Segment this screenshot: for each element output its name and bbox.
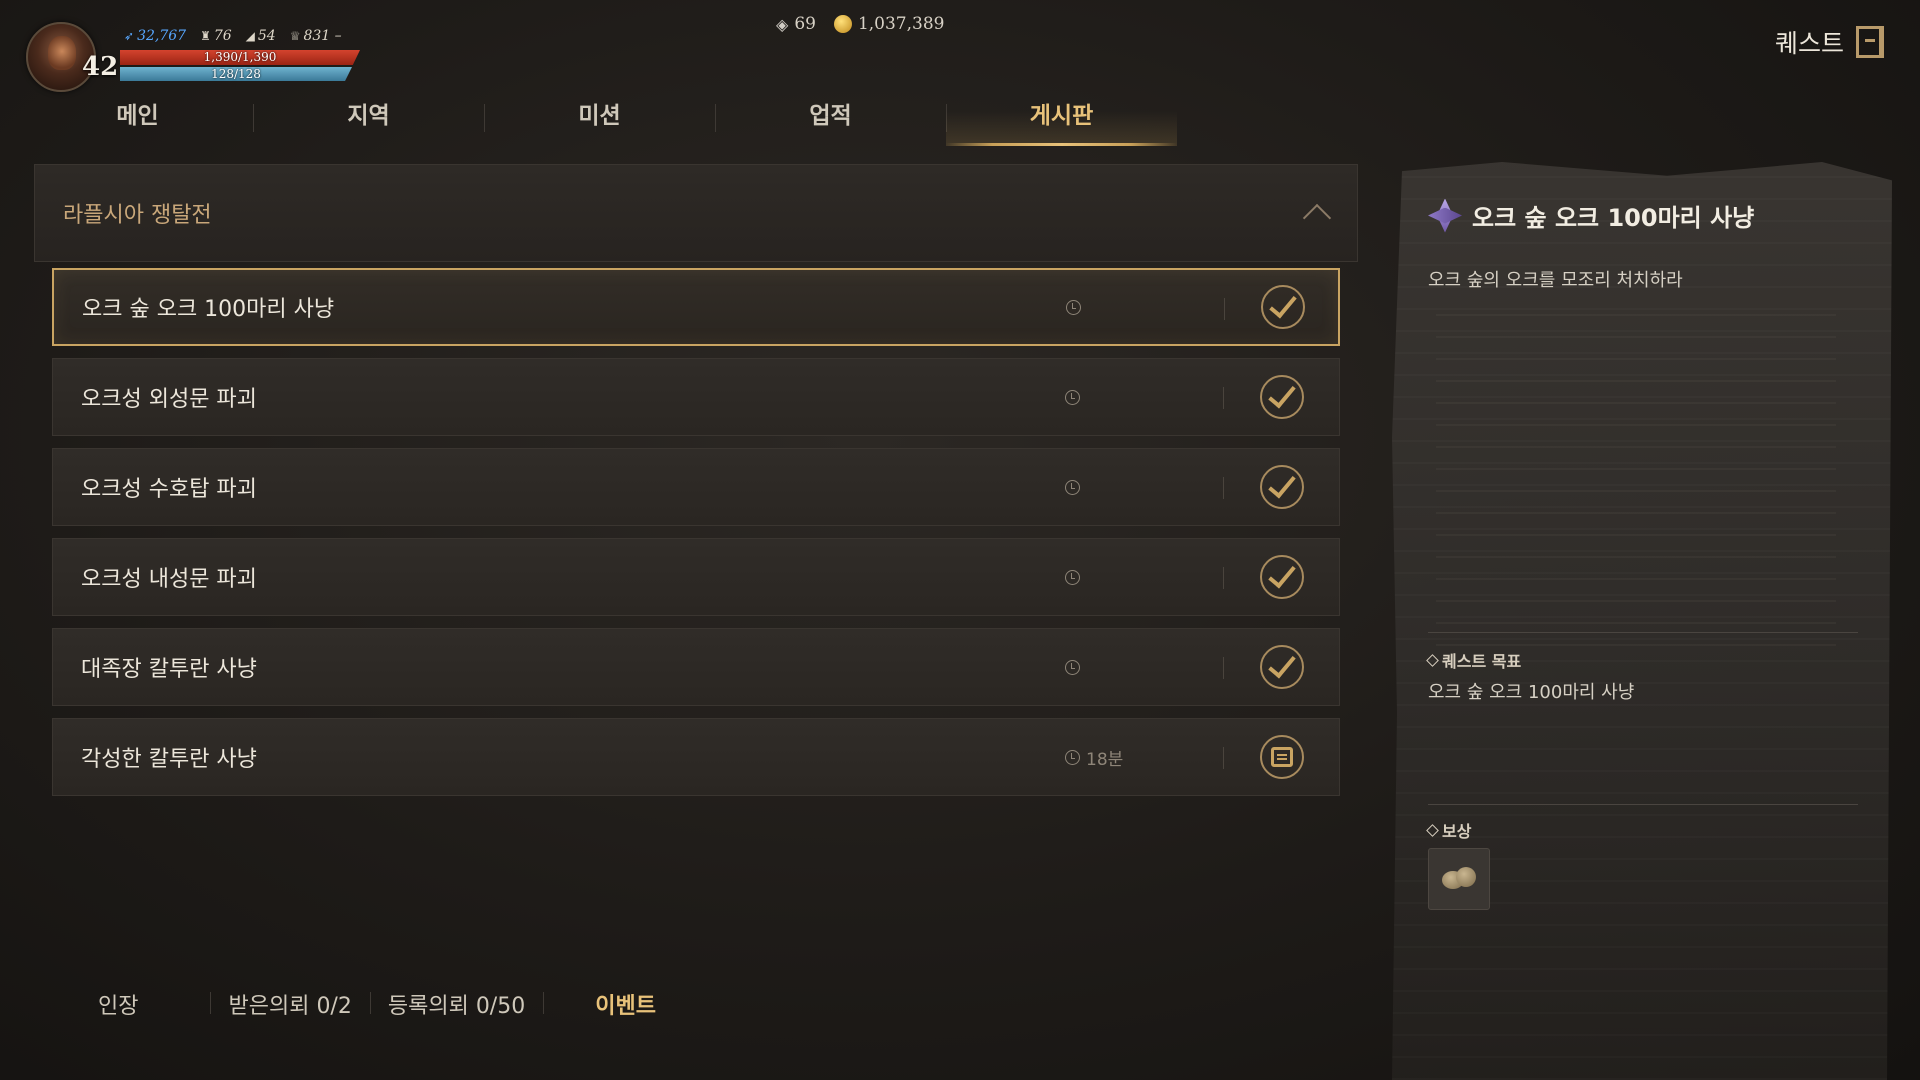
seal-button[interactable]: 인장 <box>86 988 210 1020</box>
window-title: 퀘스트 <box>1775 24 1884 60</box>
quest-row[interactable]: 오크성 내성문 파괴 <box>52 538 1340 616</box>
objective-text: 오크 숲 오크 100마리 사냥 <box>1428 682 1635 703</box>
clock-icon <box>1065 659 1080 675</box>
quest-list: 오크 숲 오크 100마리 사냥 오크성 외성문 파괴 오크성 수호탑 파괴 오… <box>52 268 1340 808</box>
check-icon <box>1269 289 1297 319</box>
quest-name: 대족장 칼투란 사냥 <box>81 657 257 682</box>
tab-achievement[interactable]: 업적 <box>715 96 946 146</box>
tab-region[interactable]: 지역 <box>253 96 484 146</box>
feather-icon: ➶ <box>124 29 135 43</box>
scroll-icon <box>1271 747 1293 767</box>
parchment-decoration <box>1436 302 1836 662</box>
quest-name: 각성한 칼투란 사냥 <box>81 747 257 772</box>
quest-row[interactable]: 대족장 칼투란 사냥 <box>52 628 1340 706</box>
trophy-icon: ♕ <box>289 29 301 43</box>
complete-button[interactable] <box>1260 555 1304 599</box>
quest-timer <box>1065 479 1086 495</box>
clock-icon <box>1065 749 1080 765</box>
quest-timer <box>1066 299 1087 315</box>
gold-counter: 1,037,389 <box>833 14 944 34</box>
diamond-icon <box>1426 653 1439 667</box>
complete-button[interactable] <box>1260 465 1304 509</box>
stat-power: ➶ 32,767 <box>124 28 187 44</box>
player-level: 42 <box>82 52 119 82</box>
window-title-text: 퀘스트 <box>1774 29 1844 58</box>
quest-row[interactable]: 오크 숲 오크 100마리 사냥 <box>52 268 1340 346</box>
clock-icon <box>1066 299 1081 315</box>
check-icon <box>1268 379 1296 409</box>
bottom-bar: 인장 받은의뢰 0/2 등록의뢰 0/50 이벤트 <box>86 988 674 1020</box>
quest-name: 오크성 외성문 파괴 <box>81 387 257 412</box>
detail-title: 오크 숲 오크 100마리 사냥 <box>1472 204 1755 232</box>
complete-button[interactable] <box>1260 645 1304 689</box>
tab-mission[interactable]: 미션 <box>484 96 715 146</box>
detail-header: 오크 숲 오크 100마리 사냥 <box>1428 198 1754 233</box>
quest-name: 오크성 내성문 파괴 <box>81 567 257 592</box>
quest-name: 오크성 수호탑 파괴 <box>81 477 257 502</box>
stat-defense: ♜ 76 <box>200 28 232 44</box>
gold-coin-icon <box>833 15 852 33</box>
diamond-icon <box>1426 823 1439 837</box>
registered-requests[interactable]: 등록의뢰 0/50 <box>369 988 543 1020</box>
check-icon <box>1268 649 1296 679</box>
clock-icon <box>1065 479 1080 495</box>
player-stats: ➶ 32,767 ♜ 76 ◢ 54 ♕ 831 – <box>124 28 342 44</box>
complete-button[interactable] <box>1260 375 1304 419</box>
coins-icon <box>1440 865 1478 893</box>
quest-name: 오크 숲 오크 100마리 사냥 <box>82 297 335 322</box>
event-button[interactable]: 이벤트 <box>543 988 674 1020</box>
complete-button[interactable] <box>1261 285 1305 329</box>
mp-text: 128/128 <box>211 67 261 81</box>
armor-icon: ♜ <box>200 29 211 43</box>
quest-detail-panel: 오크 숲 오크 100마리 사냥 오크 숲의 오크를 모조리 처치하라 퀘스트 … <box>1392 162 1892 1080</box>
compass-star-icon <box>1428 199 1462 233</box>
tab-board[interactable]: 게시판 <box>946 96 1177 146</box>
chevron-up-icon[interactable] <box>1302 203 1332 233</box>
received-requests[interactable]: 받은의뢰 0/2 <box>210 988 369 1020</box>
clock-icon <box>1065 389 1080 405</box>
wing-icon: ◢ <box>245 29 255 43</box>
stat-evasion: ◢ 54 <box>245 28 276 44</box>
quest-timer <box>1065 389 1086 405</box>
check-icon <box>1268 469 1296 499</box>
gem-icon: ◈ <box>776 14 789 34</box>
objective-label: 퀘스트 목표 <box>1426 648 1521 672</box>
quest-group-title: 라플시아 쟁탈전 <box>63 203 212 228</box>
reward-label: 보상 <box>1426 818 1471 842</box>
quest-row[interactable]: 오크성 수호탑 파괴 <box>52 448 1340 526</box>
hp-bar: 1,390/1,390 <box>120 50 360 65</box>
quest-group-header[interactable]: 라플시아 쟁탈전 <box>34 164 1358 262</box>
quest-row[interactable]: 오크성 외성문 파괴 <box>52 358 1340 436</box>
divider <box>1428 632 1858 633</box>
exit-icon[interactable] <box>1856 26 1884 58</box>
quest-timer <box>1065 569 1086 585</box>
divider <box>1428 804 1858 805</box>
stat-trophy: ♕ 831 – <box>289 28 342 44</box>
clock-icon <box>1065 569 1080 585</box>
quest-row[interactable]: 각성한 칼투란 사냥 18분 <box>52 718 1340 796</box>
check-icon <box>1268 559 1296 589</box>
gem-counter: ◈ 69 <box>776 14 816 34</box>
quest-tabs: 메인 지역 미션 업적 게시판 <box>22 96 1182 146</box>
mp-bar: 128/128 <box>120 67 352 81</box>
detail-description: 오크 숲의 오크를 모조리 처치하라 <box>1428 270 1683 291</box>
currency-bar: ◈ 69 1,037,389 <box>776 14 944 34</box>
reward-item-slot[interactable] <box>1428 848 1490 910</box>
tab-main[interactable]: 메인 <box>22 96 253 146</box>
hp-text: 1,390/1,390 <box>203 50 277 64</box>
quest-timer <box>1065 659 1086 675</box>
quest-timer: 18분 <box>1065 745 1123 770</box>
accept-button[interactable] <box>1260 735 1304 779</box>
